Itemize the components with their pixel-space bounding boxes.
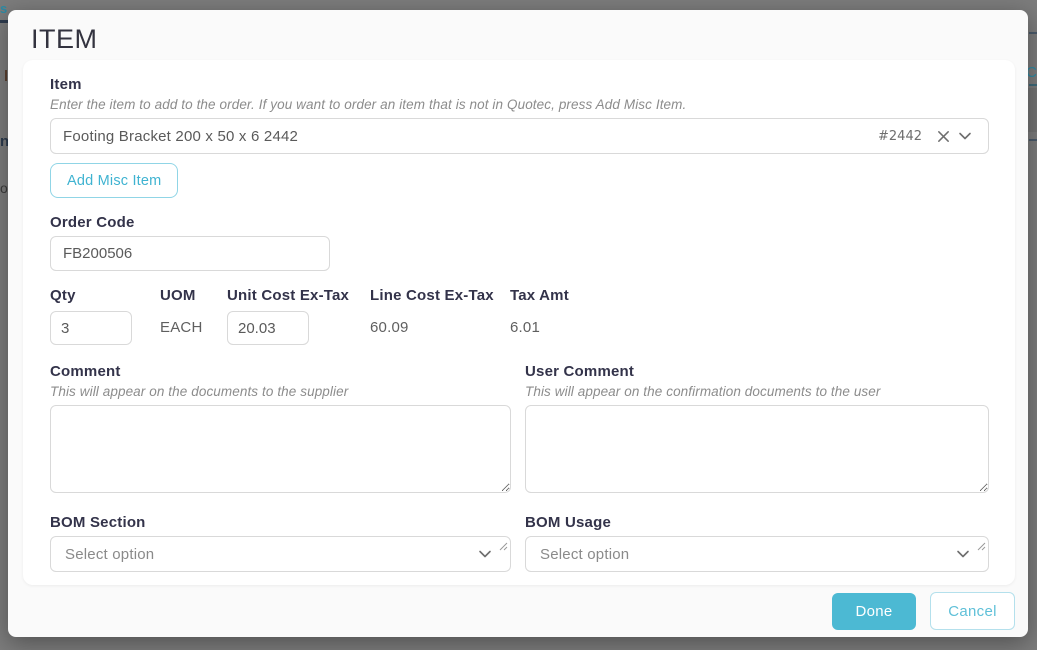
line-cost-value: 60.09 (370, 319, 409, 336)
item-label: Item (50, 76, 988, 94)
order-code-label: Order Code (50, 214, 988, 232)
bom-usage-select[interactable]: Select option (525, 536, 989, 572)
item-helper-text: Enter the item to add to the order. If y… (50, 96, 988, 114)
unit-cost-input[interactable] (227, 311, 309, 345)
done-button[interactable]: Done (832, 593, 916, 630)
background-line-fragment (1029, 139, 1037, 141)
line-cost-row: Qty UOM EACH Unit Cost Ex-Tax Line Cost … (50, 287, 988, 345)
comment-helper-text: This will appear on the documents to the… (50, 383, 511, 401)
bom-usage-placeholder: Select option (540, 546, 952, 563)
user-comment-label: User Comment (525, 363, 989, 381)
line-cost-label: Line Cost Ex-Tax (370, 287, 510, 305)
uom-value: EACH (160, 319, 202, 336)
chevron-down-icon (952, 543, 974, 565)
item-form-card: Item Enter the item to add to the order.… (23, 60, 1015, 585)
comment-label: Comment (50, 363, 511, 381)
item-modal: ITEM Item Enter the item to add to the o… (8, 10, 1028, 637)
unit-cost-label: Unit Cost Ex-Tax (227, 287, 370, 305)
user-comment-helper-text: This will appear on the confirmation doc… (525, 383, 989, 401)
chevron-down-icon[interactable] (954, 125, 976, 147)
add-misc-item-button[interactable]: Add Misc Item (50, 163, 178, 198)
item-select-value: Footing Bracket 200 x 50 x 6 2442 (63, 128, 878, 145)
background-line-fragment (1029, 32, 1037, 34)
order-code-input[interactable] (50, 236, 330, 271)
modal-footer: Done Cancel (8, 585, 1028, 637)
bom-section-label: BOM Section (50, 514, 511, 532)
uom-label: UOM (160, 287, 227, 305)
chevron-down-icon (474, 543, 496, 565)
qty-label: Qty (50, 287, 160, 305)
background-line-fragment (0, 20, 8, 23)
cancel-button[interactable]: Cancel (930, 592, 1015, 630)
bom-usage-label: BOM Usage (525, 514, 989, 532)
bom-section-select[interactable]: Select option (50, 536, 511, 572)
background-line-fragment (1029, 84, 1037, 86)
item-select[interactable]: Footing Bracket 200 x 50 x 6 2442 #2442 (50, 118, 989, 154)
clear-icon[interactable] (932, 125, 954, 147)
background-text-fragment: s (0, 1, 7, 16)
user-comment-textarea[interactable] (525, 405, 989, 493)
item-ref-number: #2442 (878, 129, 922, 144)
tax-amt-value: 6.01 (510, 319, 540, 336)
tax-amt-label: Tax Amt (510, 287, 988, 305)
qty-input[interactable] (50, 311, 132, 345)
bom-section-placeholder: Select option (65, 546, 474, 563)
comment-textarea[interactable] (50, 405, 511, 493)
background-line-fragment (5, 70, 7, 81)
background-row-fragment (1028, 88, 1037, 132)
modal-title: ITEM (8, 10, 1028, 55)
